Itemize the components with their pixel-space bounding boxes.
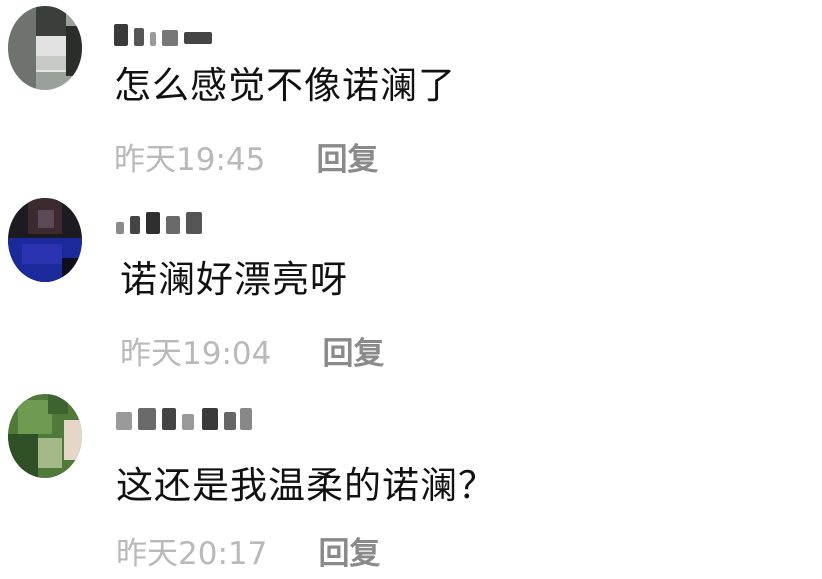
avatar[interactable] bbox=[8, 6, 82, 90]
avatar-pixel bbox=[18, 400, 52, 434]
comment-item: 诺澜好漂亮呀 昨天19:04 回复 bbox=[0, 192, 822, 382]
avatar[interactable] bbox=[8, 198, 82, 282]
timestamp: 昨天20:17 bbox=[116, 536, 268, 572]
username-blurred[interactable] bbox=[116, 408, 252, 430]
avatar-pixel bbox=[64, 420, 82, 460]
avatar-pixel bbox=[66, 26, 82, 76]
comment-text: 诺澜好漂亮呀 bbox=[120, 258, 348, 301]
timestamp: 昨天19:45 bbox=[114, 142, 266, 178]
comment-meta: 昨天19:04 回复 bbox=[120, 334, 384, 374]
avatar-pixel bbox=[38, 210, 54, 228]
comment-meta: 昨天20:17 回复 bbox=[116, 534, 380, 574]
comment-item: 这还是我温柔的诺澜？ 昨天20:17 回复 bbox=[0, 386, 822, 576]
avatar-pixel bbox=[8, 434, 38, 478]
avatar-pixel bbox=[48, 394, 68, 414]
avatar-pixel bbox=[36, 56, 66, 70]
avatar[interactable] bbox=[8, 394, 82, 478]
timestamp: 昨天19:04 bbox=[120, 336, 272, 372]
reply-button[interactable]: 回复 bbox=[316, 140, 378, 180]
reply-button[interactable]: 回复 bbox=[322, 334, 384, 374]
comment-text: 怎么感觉不像诺澜了 bbox=[114, 64, 456, 107]
reply-button[interactable]: 回复 bbox=[318, 534, 380, 574]
comment-meta: 昨天19:45 回复 bbox=[114, 140, 378, 180]
comment-text: 这还是我温柔的诺澜？ bbox=[116, 464, 496, 507]
avatar-pixel bbox=[22, 244, 62, 264]
username-blurred[interactable] bbox=[116, 212, 208, 234]
avatar-pixel bbox=[38, 438, 62, 468]
comment-item: 怎么感觉不像诺澜了 昨天19:45 回复 bbox=[0, 0, 822, 190]
avatar-pixel bbox=[36, 6, 66, 36]
avatar-pixel bbox=[62, 258, 82, 282]
username-blurred[interactable] bbox=[114, 24, 214, 46]
avatar-pixel bbox=[8, 6, 36, 90]
